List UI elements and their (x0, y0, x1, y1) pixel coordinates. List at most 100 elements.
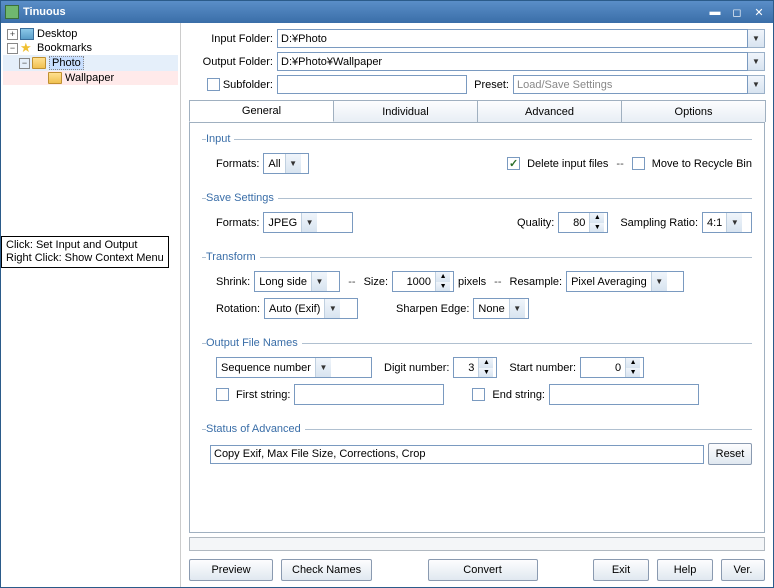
start-label: Start number: (509, 362, 576, 374)
tab-options[interactable]: Options (621, 100, 766, 122)
preset-field[interactable] (513, 75, 748, 94)
collapse-icon[interactable]: − (7, 43, 18, 54)
tree-node-desktop[interactable]: + Desktop (3, 27, 178, 41)
preset-label: Preset: (467, 79, 513, 91)
expand-icon[interactable]: + (7, 29, 18, 40)
chevron-down-icon[interactable]: ▼ (315, 358, 331, 377)
quality-label: Quality: (517, 217, 554, 229)
subfolder-checkbox[interactable] (207, 78, 220, 91)
quality-spinner[interactable]: 80 ▲▼ (558, 212, 608, 233)
tree-label: Desktop (37, 28, 77, 40)
status-fieldset: Status of Advanced Reset (202, 423, 752, 465)
spin-down[interactable]: ▼ (436, 282, 450, 292)
tree-node-bookmarks[interactable]: − ★ Bookmarks (3, 41, 178, 55)
chevron-down-icon[interactable]: ▼ (726, 213, 742, 232)
folder-icon (48, 72, 62, 84)
tree-node-photo[interactable]: − Photo (3, 55, 178, 71)
maximize-button[interactable]: ◻ (727, 4, 747, 20)
chevron-down-icon[interactable]: ▼ (509, 299, 525, 318)
exit-button[interactable]: Exit (593, 559, 649, 581)
spin-down[interactable]: ▼ (590, 223, 604, 233)
save-formats-combo[interactable]: JPEG ▼ (263, 212, 353, 233)
first-string-field[interactable] (294, 384, 444, 405)
delete-input-checkbox[interactable] (507, 157, 520, 170)
first-string-checkbox[interactable] (216, 388, 229, 401)
rotation-combo[interactable]: Auto (Exif) ▼ (264, 298, 358, 319)
window-title: Tinuous (23, 6, 703, 18)
transform-fieldset: Transform Shrink: Long side ▼ -- Size: 1… (202, 251, 752, 325)
recycle-label: Move to Recycle Bin (652, 158, 752, 170)
subfolder-field[interactable] (277, 75, 467, 94)
chevron-down-icon[interactable]: ▼ (324, 299, 340, 318)
status-field[interactable] (210, 445, 704, 464)
sharpen-label: Sharpen Edge: (396, 303, 469, 315)
size-spinner[interactable]: 1000 ▲▼ (392, 271, 454, 292)
reset-button[interactable]: Reset (708, 443, 752, 465)
transform-legend: Transform (206, 251, 260, 263)
collapse-icon[interactable]: − (19, 58, 30, 69)
spin-down[interactable]: ▼ (479, 368, 493, 378)
check-names-button[interactable]: Check Names (281, 559, 372, 581)
output-names-fieldset: Output File Names Sequence number ▼ Digi… (202, 337, 752, 411)
rotation-label: Rotation: (216, 303, 260, 315)
digit-spinner[interactable]: 3 ▲▼ (453, 357, 497, 378)
recycle-checkbox[interactable] (632, 157, 645, 170)
end-string-label: End string: (492, 389, 545, 401)
save-formats-label: Formats: (216, 217, 259, 229)
sampling-combo[interactable]: 4:1 ▼ (702, 212, 752, 233)
sampling-label: Sampling Ratio: (620, 217, 698, 229)
chevron-down-icon[interactable]: ▼ (311, 272, 327, 291)
save-legend: Save Settings (206, 192, 278, 204)
input-legend: Input (206, 133, 234, 145)
preview-button[interactable]: Preview (189, 559, 273, 581)
delete-input-label: Delete input files (527, 158, 608, 170)
filename-mode-combo[interactable]: Sequence number ▼ (216, 357, 372, 378)
spin-up[interactable]: ▲ (626, 358, 640, 368)
star-icon: ★ (20, 42, 34, 54)
shrink-combo[interactable]: Long side ▼ (254, 271, 340, 292)
start-spinner[interactable]: 0 ▲▼ (580, 357, 644, 378)
help-button[interactable]: Help (657, 559, 713, 581)
chevron-down-icon[interactable]: ▼ (651, 272, 667, 291)
close-button[interactable]: ✕ (749, 4, 769, 20)
input-folder-field[interactable] (277, 29, 748, 48)
minimize-button[interactable]: ▬ (705, 4, 725, 20)
input-fieldset: Input Formats: All ▼ Delete input files … (202, 133, 752, 180)
end-string-checkbox[interactable] (472, 388, 485, 401)
input-folder-label: Input Folder: (189, 33, 277, 45)
tab-individual[interactable]: Individual (333, 100, 478, 122)
preset-dropdown[interactable]: ▼ (748, 75, 765, 94)
tree-label: Photo (49, 56, 84, 70)
end-string-field[interactable] (549, 384, 699, 405)
spin-up[interactable]: ▲ (479, 358, 493, 368)
spin-down[interactable]: ▼ (626, 368, 640, 378)
folder-tree: + Desktop − ★ Bookmarks − Photo Wallpape… (1, 23, 181, 587)
chevron-down-icon[interactable]: ▼ (285, 154, 301, 173)
input-formats-combo[interactable]: All ▼ (263, 153, 309, 174)
resample-combo[interactable]: Pixel Averaging ▼ (566, 271, 684, 292)
digit-label: Digit number: (384, 362, 449, 374)
subfolder-label: Subfolder: (223, 79, 273, 91)
resample-label: Resample: (510, 276, 563, 288)
tab-general[interactable]: General (189, 100, 334, 122)
tooltip: Click: Set Input and Output Right Click:… (1, 236, 169, 268)
chevron-down-icon[interactable]: ▼ (301, 213, 317, 232)
convert-button[interactable]: Convert (428, 559, 538, 581)
progress-bar (189, 537, 765, 551)
output-folder-field[interactable] (277, 52, 748, 71)
spin-up[interactable]: ▲ (436, 272, 450, 282)
version-button[interactable]: Ver. (721, 559, 765, 581)
folder-icon (32, 57, 46, 69)
size-suffix: pixels (458, 276, 486, 288)
size-label: Size: (364, 276, 388, 288)
output-names-legend: Output File Names (206, 337, 302, 349)
tab-advanced[interactable]: Advanced (477, 100, 622, 122)
spin-up[interactable]: ▲ (590, 213, 604, 223)
sharpen-combo[interactable]: None ▼ (473, 298, 529, 319)
input-folder-dropdown[interactable]: ▼ (748, 29, 765, 48)
tree-label: Wallpaper (65, 72, 114, 84)
output-folder-label: Output Folder: (189, 56, 277, 68)
tree-node-wallpaper[interactable]: Wallpaper (3, 71, 178, 85)
formats-label: Formats: (216, 158, 259, 170)
output-folder-dropdown[interactable]: ▼ (748, 52, 765, 71)
